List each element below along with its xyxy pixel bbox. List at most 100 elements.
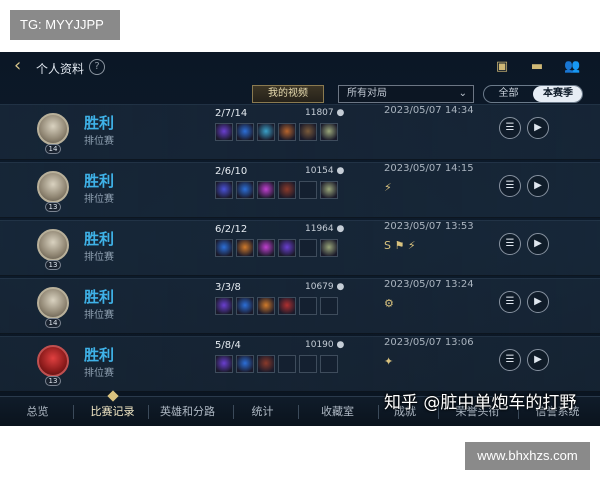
gold-amount: 10154 bbox=[305, 166, 334, 176]
match-filter-select[interactable]: 所有对局 ⌄ bbox=[338, 85, 474, 103]
bottom-tab[interactable]: 收藏室 bbox=[300, 397, 375, 426]
item-slot[interactable] bbox=[236, 239, 254, 257]
item-slot[interactable] bbox=[257, 355, 275, 373]
match-result: 胜利 bbox=[84, 288, 115, 306]
match-mode: 排位赛 bbox=[84, 252, 114, 263]
bookmark-icon[interactable]: ▣ bbox=[494, 60, 510, 74]
item-slot[interactable] bbox=[236, 181, 254, 199]
help-icon[interactable]: ? bbox=[89, 59, 105, 75]
item-slot[interactable] bbox=[320, 355, 338, 373]
coin-icon: ● bbox=[336, 340, 345, 350]
top-bar: ‹ 个人资料 ? ▣ ▬ 👥 bbox=[0, 52, 600, 82]
match-tags: ✦ bbox=[384, 355, 393, 369]
item-slot[interactable] bbox=[215, 239, 233, 257]
match-row[interactable]: 13 胜利 排位赛 6/2/12 11964 ● 2023/05/07 13:53 S ⚑ … bbox=[0, 220, 600, 276]
match-row[interactable]: 13 胜利 排位赛 5/8/4 10190 ● 2023/05/07 13:06 ✦ ☰ ▶ bbox=[0, 336, 600, 392]
item-slot[interactable] bbox=[278, 355, 296, 373]
achievement-tags: ⚙ bbox=[384, 297, 394, 310]
page-title: 个人资料 bbox=[36, 62, 85, 76]
achievement-tags: S ⚑ ⚡ bbox=[384, 239, 416, 252]
achievement-tags: ✦ bbox=[384, 355, 394, 368]
item-slot[interactable] bbox=[299, 123, 317, 141]
item-slot[interactable] bbox=[215, 181, 233, 199]
list-icon[interactable]: ☰ bbox=[499, 175, 521, 197]
item-slot[interactable] bbox=[257, 123, 275, 141]
item-slot[interactable] bbox=[299, 239, 317, 257]
kda-value: 2/6/10 bbox=[215, 166, 248, 177]
tab-all-seasons[interactable]: 全部 bbox=[484, 86, 533, 102]
play-icon[interactable]: ▶ bbox=[527, 349, 549, 371]
item-slot[interactable] bbox=[320, 123, 338, 141]
item-slot[interactable] bbox=[215, 123, 233, 141]
kda-value: 6/2/12 bbox=[215, 224, 248, 235]
item-slot[interactable] bbox=[278, 239, 296, 257]
tab-this-season[interactable]: 本赛季 bbox=[533, 86, 582, 102]
hero-avatar[interactable] bbox=[37, 287, 69, 319]
list-icon[interactable]: ☰ bbox=[499, 117, 521, 139]
bottom-tab[interactable]: 统计 bbox=[235, 397, 290, 426]
hero-level-badge: 14 bbox=[45, 318, 61, 328]
match-row[interactable]: 14 胜利 排位赛 2/7/14 11807 ● 2023/05/07 14:34 ☰ ▶ bbox=[0, 104, 600, 160]
season-toggle[interactable]: 全部 本赛季 bbox=[483, 85, 583, 103]
match-result: 胜利 bbox=[84, 346, 115, 364]
match-result: 胜利 bbox=[84, 172, 115, 190]
item-slot[interactable] bbox=[215, 297, 233, 315]
item-slot[interactable] bbox=[236, 297, 254, 315]
coin-icon: ● bbox=[336, 108, 345, 118]
item-slot[interactable] bbox=[278, 123, 296, 141]
play-icon[interactable]: ▶ bbox=[527, 291, 549, 313]
play-icon[interactable]: ▶ bbox=[527, 233, 549, 255]
list-icon[interactable]: ☰ bbox=[499, 349, 521, 371]
match-time: 2023/05/07 14:34 bbox=[384, 105, 474, 116]
bottom-tab[interactable]: 英雄和分路 bbox=[150, 397, 225, 426]
match-row[interactable]: 13 胜利 排位赛 2/6/10 10154 ● 2023/05/07 14:15 ⚡ ☰ ▶ bbox=[0, 162, 600, 218]
item-slot[interactable] bbox=[236, 123, 254, 141]
item-slot[interactable] bbox=[278, 181, 296, 199]
match-mode: 排位赛 bbox=[84, 194, 114, 205]
site-label: www.bhxhzs.com bbox=[465, 442, 590, 470]
item-slot[interactable] bbox=[299, 355, 317, 373]
item-slot[interactable] bbox=[278, 297, 296, 315]
tg-label: TG: MYYJJPP bbox=[10, 10, 120, 40]
back-chevron-icon[interactable]: ‹ bbox=[14, 57, 30, 75]
hero-avatar[interactable] bbox=[37, 345, 69, 377]
match-row[interactable]: 14 胜利 排位赛 3/3/8 10679 ● 2023/05/07 13:24 ⚙ ☰ ▶ bbox=[0, 278, 600, 334]
item-slot[interactable] bbox=[299, 181, 317, 199]
tab-divider bbox=[233, 405, 234, 419]
match-mode: 排位赛 bbox=[84, 310, 114, 321]
gold-value: 10679 ● bbox=[305, 282, 344, 292]
item-slot[interactable] bbox=[257, 297, 275, 315]
match-time: 2023/05/07 13:53 bbox=[384, 221, 474, 232]
bottom-tab[interactable]: 比赛记录 bbox=[75, 397, 150, 426]
item-slot[interactable] bbox=[215, 355, 233, 373]
gold-value: 10190 ● bbox=[305, 340, 344, 350]
play-icon[interactable]: ▶ bbox=[527, 117, 549, 139]
friends-icon[interactable]: 👥 bbox=[564, 60, 580, 74]
item-slot[interactable] bbox=[257, 181, 275, 199]
item-slot[interactable] bbox=[236, 355, 254, 373]
list-icon[interactable]: ☰ bbox=[499, 233, 521, 255]
gold-value: 11964 ● bbox=[305, 224, 344, 234]
item-slot[interactable] bbox=[257, 239, 275, 257]
game-screen: ‹ 个人资料 ? ▣ ▬ 👥 我的视频 所有对局 ⌄ 全部 本赛季 14 胜利 排位赛… bbox=[0, 52, 600, 426]
tab-divider bbox=[298, 405, 299, 419]
play-icon[interactable]: ▶ bbox=[527, 175, 549, 197]
item-slot[interactable] bbox=[299, 297, 317, 315]
match-tags: S ⚑ ⚡ bbox=[384, 239, 416, 253]
bottom-tab[interactable]: 总览 bbox=[10, 397, 65, 426]
hero-level-badge: 13 bbox=[45, 376, 61, 386]
hero-avatar[interactable] bbox=[37, 171, 69, 203]
chat-icon[interactable]: ▬ bbox=[529, 60, 545, 74]
item-slot[interactable] bbox=[320, 181, 338, 199]
item-slot[interactable] bbox=[320, 239, 338, 257]
hero-avatar[interactable] bbox=[37, 229, 69, 261]
hero-level-badge: 14 bbox=[45, 144, 61, 154]
list-icon[interactable]: ☰ bbox=[499, 291, 521, 313]
my-videos-button[interactable]: 我的视频 bbox=[252, 85, 324, 103]
hero-avatar[interactable] bbox=[37, 113, 69, 145]
item-slot[interactable] bbox=[320, 297, 338, 315]
achievement-tags: ⚡ bbox=[384, 181, 392, 194]
kda-value: 5/8/4 bbox=[215, 340, 241, 351]
match-time: 2023/05/07 13:24 bbox=[384, 279, 474, 290]
match-result: 胜利 bbox=[84, 230, 115, 248]
